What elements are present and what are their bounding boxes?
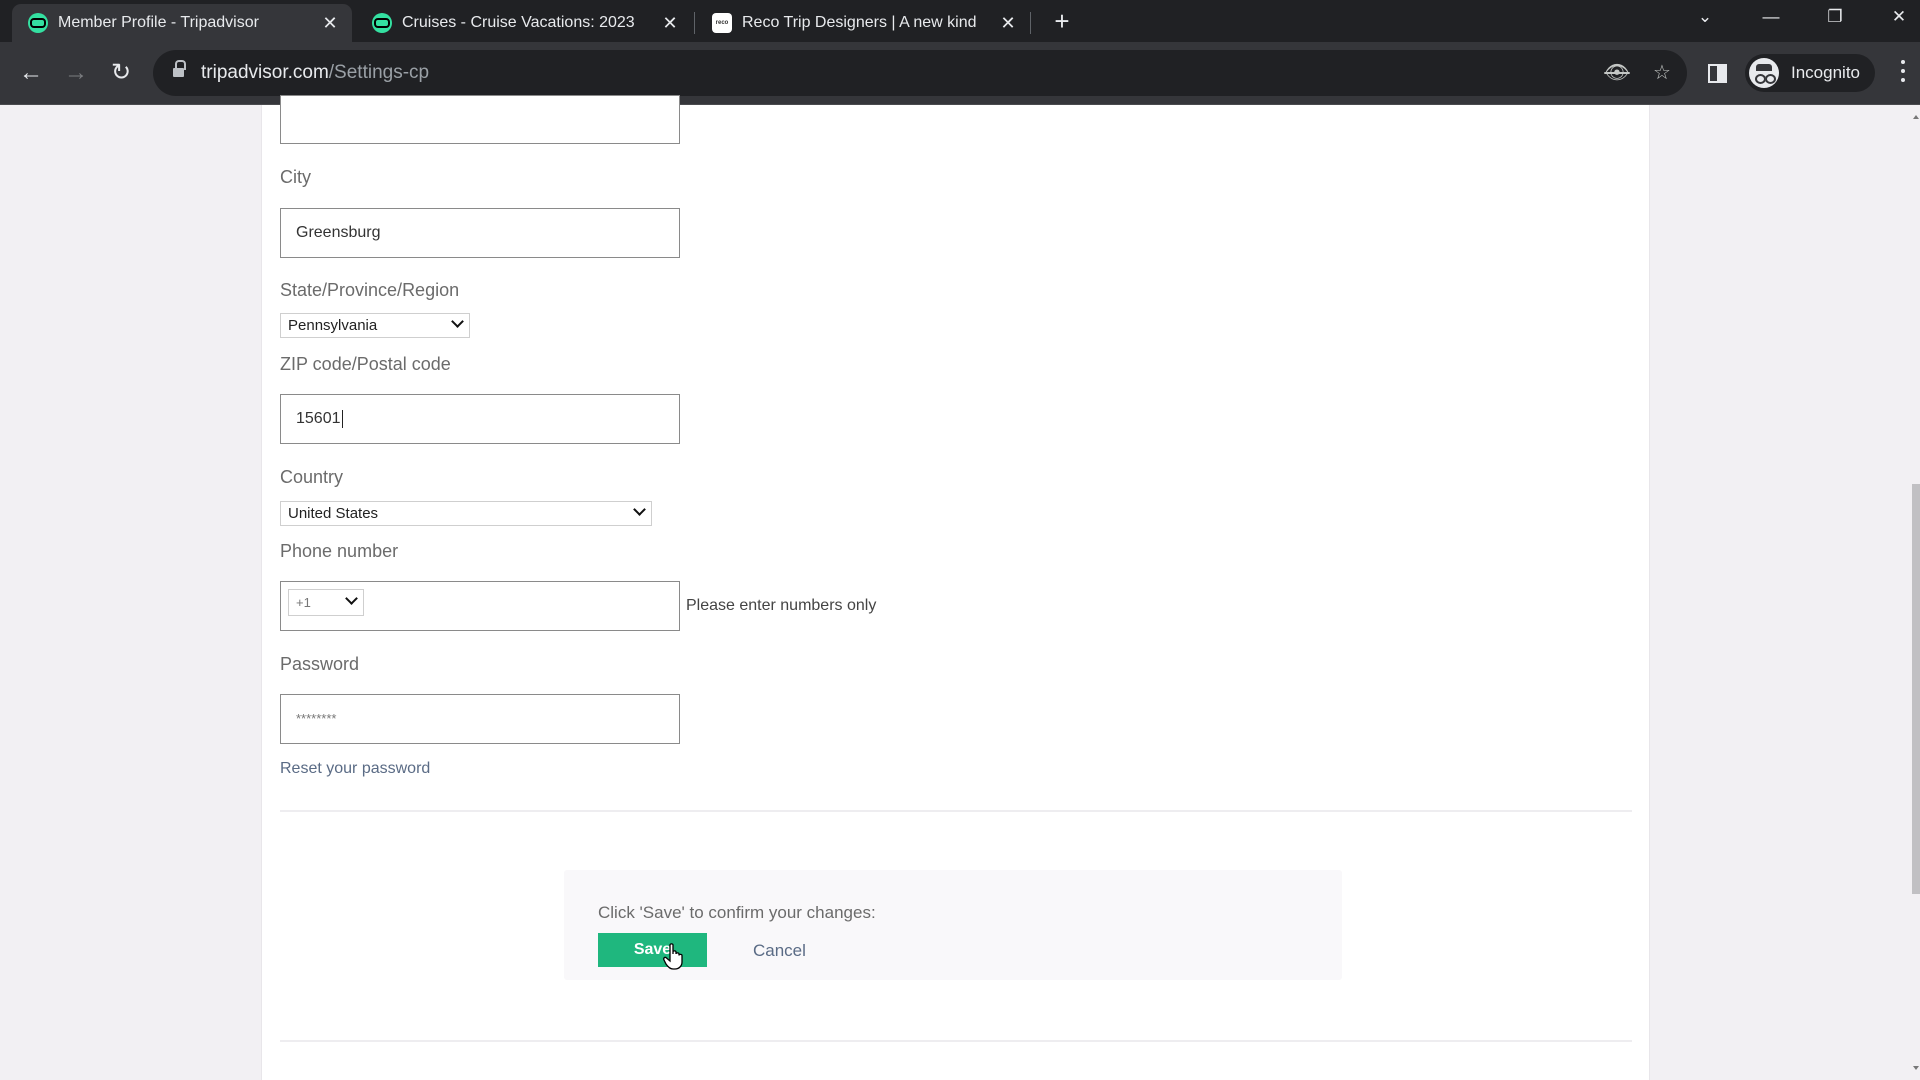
text-caret bbox=[341, 409, 343, 428]
scroll-down-icon[interactable] bbox=[1913, 1066, 1919, 1070]
url-domain: tripadvisor.com bbox=[201, 62, 329, 83]
divider bbox=[280, 810, 1632, 812]
reco-favicon-icon: reco bbox=[712, 13, 732, 33]
tab-title: Cruises - Cruise Vacations: 2023 bbox=[402, 14, 635, 31]
restore-icon[interactable]: ❐ bbox=[1812, 0, 1858, 34]
reload-icon[interactable]: ↻ bbox=[104, 56, 138, 90]
password-input[interactable]: ******** bbox=[280, 694, 680, 744]
new-tab-button[interactable]: + bbox=[1047, 6, 1077, 36]
chevron-down-icon bbox=[633, 503, 646, 516]
hand-cursor-icon bbox=[663, 943, 683, 970]
tab-reco[interactable]: reco Reco Trip Designers | A new kind ✕ bbox=[696, 4, 1030, 42]
close-tab-icon[interactable]: ✕ bbox=[320, 13, 340, 34]
city-label: City bbox=[280, 167, 311, 187]
tab-cruises[interactable]: Cruises - Cruise Vacations: 2023 ✕ bbox=[356, 4, 692, 42]
password-label: Password bbox=[280, 654, 360, 674]
tab-member-profile[interactable]: Member Profile - Tripadvisor ✕ bbox=[12, 4, 352, 42]
tripadvisor-favicon-icon bbox=[28, 13, 48, 33]
phone-helper-text: Please enter numbers only bbox=[686, 597, 877, 614]
zip-label: ZIP code/Postal code bbox=[280, 354, 451, 374]
country-select[interactable]: United States bbox=[280, 501, 652, 526]
lock-icon[interactable] bbox=[173, 60, 186, 79]
reset-password-link[interactable]: Reset your password bbox=[280, 760, 430, 778]
scrollbar-thumb[interactable] bbox=[1912, 484, 1920, 894]
incognito-profile-button[interactable]: Incognito bbox=[1745, 54, 1875, 92]
scroll-up-icon[interactable] bbox=[1913, 115, 1919, 119]
chevron-down-icon bbox=[345, 592, 358, 605]
url-path: /Settings-cp bbox=[328, 62, 430, 83]
settings-panel: City Greensburg State/Province/Region Pe… bbox=[261, 95, 1650, 1080]
zip-value: 15601 bbox=[296, 410, 341, 427]
window-close-icon[interactable]: ✕ bbox=[1876, 0, 1920, 34]
zip-input[interactable]: 15601 bbox=[280, 394, 680, 444]
divider bbox=[280, 1040, 1632, 1042]
state-label: State/Province/Region bbox=[280, 280, 460, 300]
country-code-value: +1 bbox=[296, 595, 311, 610]
tab-title: Reco Trip Designers | A new kind bbox=[742, 14, 977, 31]
phone-input[interactable]: +1 bbox=[280, 581, 680, 631]
page-viewport: City Greensburg State/Province/Region Pe… bbox=[0, 95, 1920, 1080]
country-label: Country bbox=[280, 467, 344, 487]
state-selected-value: Pennsylvania bbox=[288, 317, 378, 334]
state-select[interactable]: Pennsylvania bbox=[280, 313, 470, 338]
side-panel-icon[interactable] bbox=[1708, 64, 1727, 83]
country-selected-value: United States bbox=[288, 505, 379, 522]
address-line-input[interactable] bbox=[280, 95, 680, 144]
save-button[interactable]: Save bbox=[598, 933, 707, 967]
minimize-icon[interactable]: — bbox=[1748, 0, 1794, 34]
close-tab-icon[interactable]: ✕ bbox=[998, 13, 1018, 34]
tab-strip: Member Profile - Tripadvisor ✕ Cruises -… bbox=[0, 0, 1920, 42]
cancel-button[interactable]: Cancel bbox=[753, 941, 806, 961]
forward-arrow-icon[interactable]: → bbox=[59, 56, 93, 90]
address-bar[interactable]: tripadvisor.com/Settings-cp 👁 ☆ bbox=[153, 50, 1687, 96]
country-code-select[interactable]: +1 bbox=[288, 589, 364, 616]
tab-separator bbox=[1030, 12, 1031, 34]
tab-search-icon[interactable]: ⌄ bbox=[1682, 0, 1728, 34]
close-tab-icon[interactable]: ✕ bbox=[660, 13, 680, 34]
menu-kebab-icon[interactable] bbox=[1898, 60, 1908, 86]
eye-off-icon[interactable]: 👁 bbox=[1604, 60, 1630, 86]
tripadvisor-favicon-icon bbox=[372, 13, 392, 33]
chevron-down-icon bbox=[451, 315, 464, 328]
tab-separator bbox=[694, 12, 695, 34]
page-scrollbar[interactable] bbox=[1905, 105, 1920, 1080]
phone-label: Phone number bbox=[280, 541, 399, 561]
tab-title: Member Profile - Tripadvisor bbox=[58, 14, 259, 31]
city-input[interactable]: Greensburg bbox=[280, 208, 680, 258]
confirm-message: Click 'Save' to confirm your changes: bbox=[598, 903, 876, 922]
url-text[interactable]: tripadvisor.com/Settings-cp bbox=[201, 62, 429, 84]
incognito-label: Incognito bbox=[1791, 63, 1860, 82]
incognito-icon bbox=[1749, 58, 1779, 88]
back-arrow-icon[interactable]: ← bbox=[14, 56, 48, 90]
star-icon[interactable]: ☆ bbox=[1649, 60, 1675, 86]
